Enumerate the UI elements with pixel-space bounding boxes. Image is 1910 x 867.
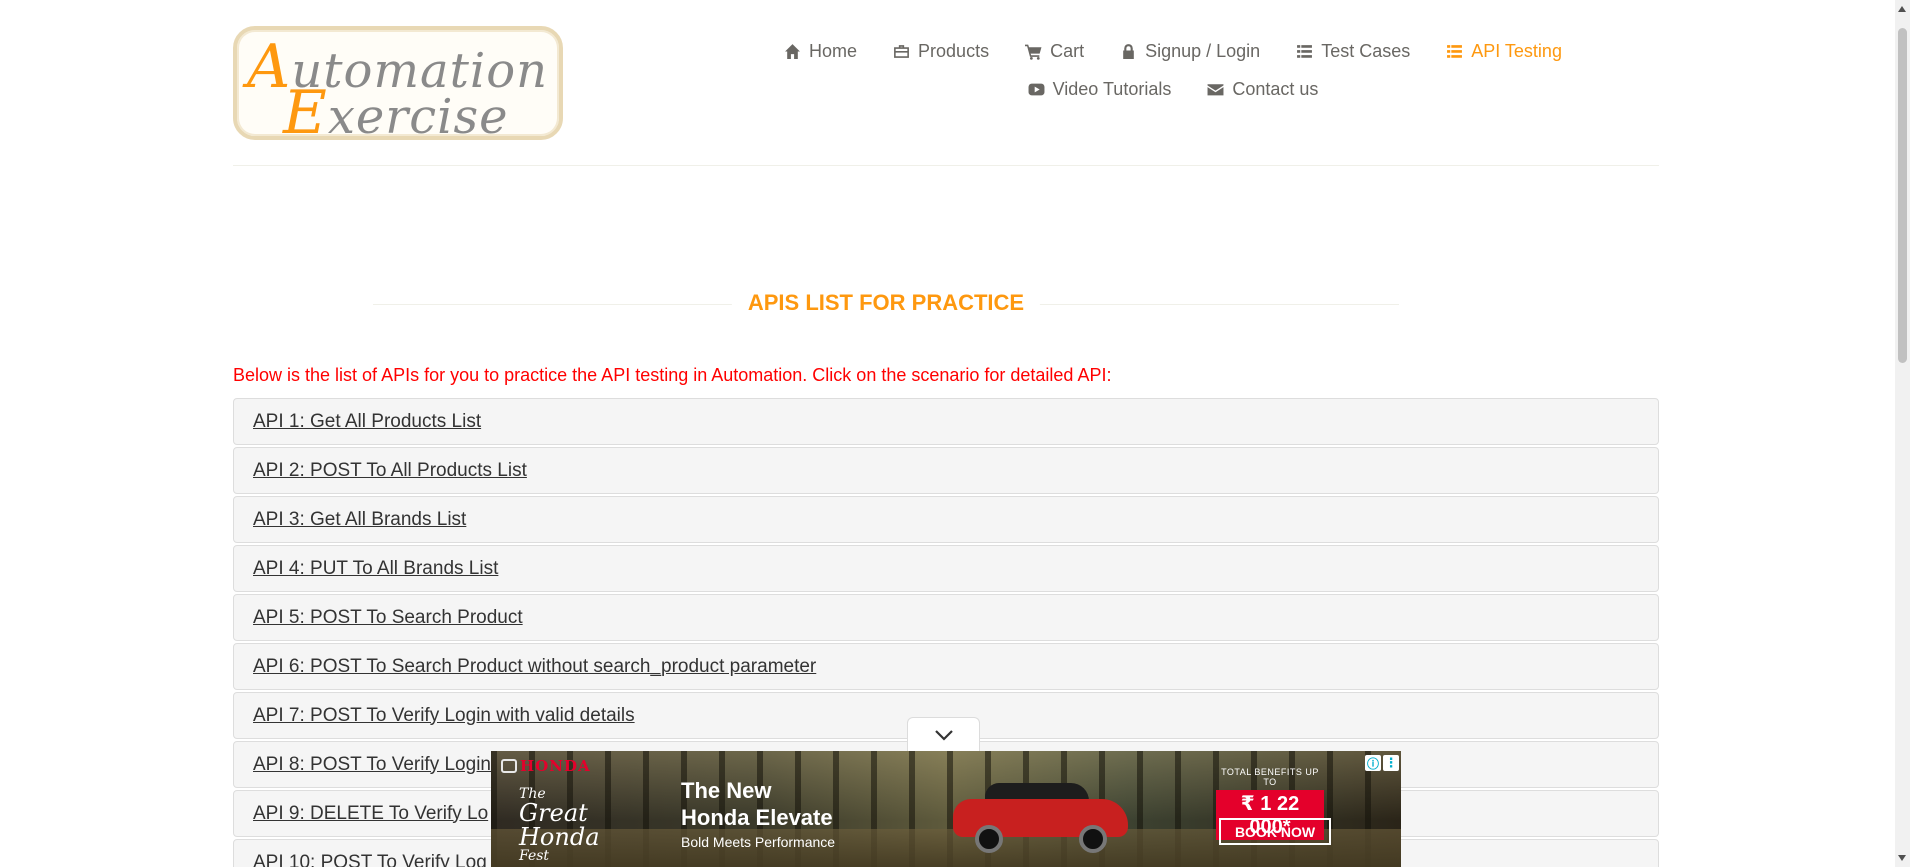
youtube-icon [1028,83,1045,95]
api-link-4[interactable]: API 4: PUT To All Brands List [253,558,498,580]
list-item: API 1: Get All Products List [233,398,1659,445]
nav-row-2: Video Tutorials Contact us [733,76,1613,102]
api-link-6[interactable]: API 6: POST To Search Product without se… [253,656,816,678]
car-wheel-rear [1079,825,1107,853]
ad-menu-icon[interactable]: ⋮ [1383,755,1399,771]
list-item: API 2: POST To All Products List [233,447,1659,494]
scroll-down-arrow-icon[interactable] [1898,855,1906,861]
page: Automation Exercise Home Products Cart S… [0,0,1910,867]
nav-cart[interactable]: Cart [1007,38,1102,64]
scroll-thumb[interactable] [1898,28,1907,363]
ad-benefit-label: TOTAL BENEFITS UP TO [1221,767,1319,787]
nav-signup-login[interactable]: Signup / Login [1102,38,1278,64]
ad-info-icon[interactable]: ⓘ [1365,755,1381,771]
intro-text: Below is the list of APIs for you to pra… [233,365,1112,385]
nav-video-tutorials-label: Video Tutorials [1052,78,1172,99]
page-title: APIS LIST FOR PRACTICE [731,290,1041,316]
api-link-9[interactable]: API 9: DELETE To Verify Lo [253,803,488,825]
api-link-5[interactable]: API 5: POST To Search Product [253,607,523,629]
main-nav: Home Products Cart Signup / Login Test C… [733,38,1613,114]
logo-line-2: Exercise [283,78,509,140]
ad-brand-logo: HONDA [501,757,591,775]
car-wheel-front [975,825,1003,853]
logo-cap-e: E [283,78,328,140]
honda-h-icon [501,759,517,773]
chevron-down-icon [934,729,953,741]
car-image [953,781,1128,853]
nav-contact-us[interactable]: Contact us [1189,76,1336,102]
nav-video-tutorials[interactable]: Video Tutorials [1010,76,1190,102]
ad-tagline: Bold Meets Performance [681,834,836,850]
nav-api-testing-label: API Testing [1471,40,1562,61]
nav-cart-label: Cart [1050,40,1085,61]
list-icon [1297,44,1313,58]
nav-test-cases[interactable]: Test Cases [1278,38,1428,64]
nav-home[interactable]: Home [766,38,875,64]
nav-row-1: Home Products Cart Signup / Login Test C… [733,38,1613,64]
header: Automation Exercise Home Products Cart S… [233,24,1659,166]
api-link-8[interactable]: API 8: POST To Verify Login [253,754,491,776]
cart-icon [1025,44,1042,60]
ad-fest-great: Great [519,799,588,827]
scroll-up-arrow-icon[interactable] [1898,6,1906,12]
home-icon [785,43,800,59]
ad-brand-name: HONDA [520,757,591,775]
nav-api-testing[interactable]: API Testing [1428,38,1580,64]
ad-fest-honda: Honda [519,823,600,851]
api-link-2[interactable]: API 2: POST To All Products List [253,460,527,482]
ad-headline-2: Honda Elevate [681,805,833,830]
list-item: API 4: PUT To All Brands List [233,545,1659,592]
api-link-7[interactable]: API 7: POST To Verify Login with valid d… [253,705,635,727]
list-item: API 5: POST To Search Product [233,594,1659,641]
site-logo[interactable]: Automation Exercise [233,26,563,140]
list-icon [1447,44,1463,58]
list-item: API 3: Get All Brands List [233,496,1659,543]
nav-products[interactable]: Products [875,38,1007,64]
lock-icon [1123,43,1134,59]
ad-fest-fest: Fest [519,848,550,864]
section-title: APIS LIST FOR PRACTICE [373,286,1399,316]
nav-contact-us-label: Contact us [1232,78,1319,99]
api-link-1[interactable]: API 1: Get All Products List [253,411,481,433]
ad-headline-1: The New [681,778,772,803]
ad-banner[interactable]: HONDA The Great Honda Fest The New Honda… [491,751,1401,867]
vertical-scrollbar[interactable] [1895,0,1910,867]
nav-signup-login-label: Signup / Login [1145,40,1261,61]
book-now-button[interactable]: BOOK NOW [1219,818,1331,845]
api-link-10[interactable]: API 10: POST To Verify Log [253,852,487,867]
ad-collapse-button[interactable] [907,717,980,751]
nav-home-label: Home [809,40,858,61]
ad-headline: The New Honda Elevate [681,777,833,831]
logo-text-2: xercise [327,89,509,140]
nav-test-cases-label: Test Cases [1321,40,1411,61]
ad-fest-logo: The Great Honda Fest [519,787,600,863]
list-item: API 6: POST To Search Product without se… [233,643,1659,690]
briefcase-icon [894,44,909,58]
api-link-3[interactable]: API 3: Get All Brands List [253,509,466,531]
envelope-icon [1207,83,1224,95]
nav-products-label: Products [918,40,990,61]
